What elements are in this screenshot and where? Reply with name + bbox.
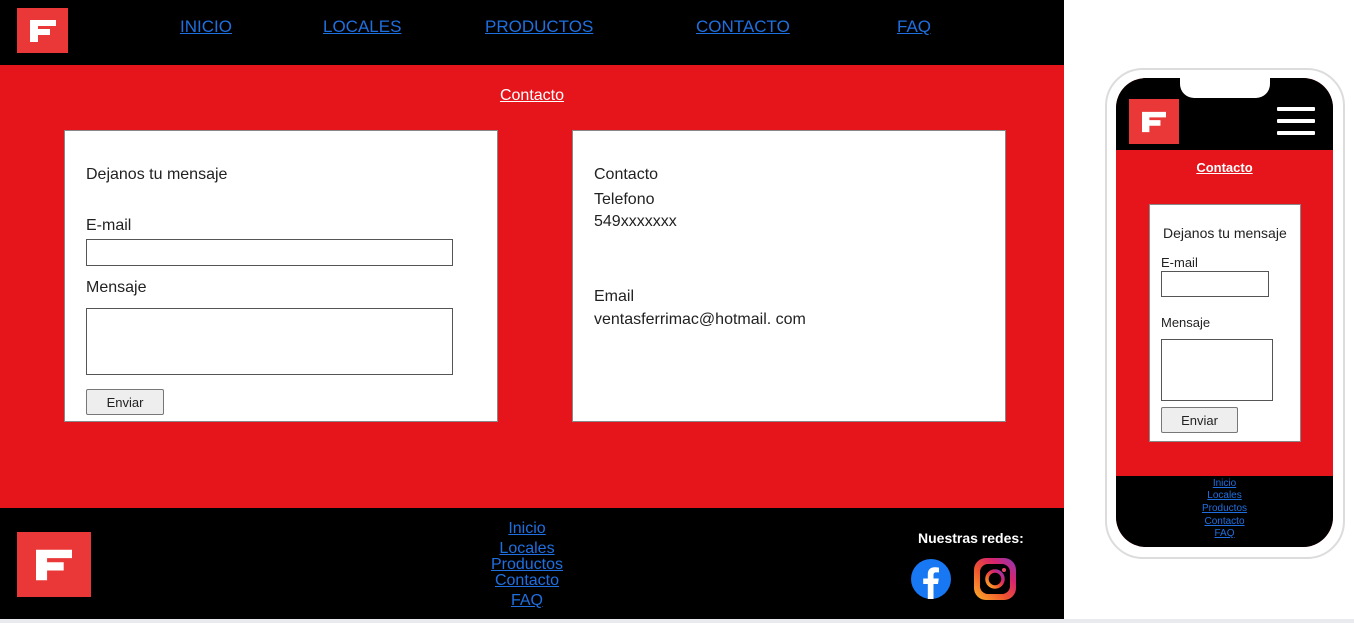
- message-label: Mensaje: [86, 279, 147, 296]
- footer-link-faq[interactable]: FAQ: [0, 592, 1054, 610]
- mobile-logo[interactable]: [1129, 99, 1179, 144]
- mobile-footer: Inicio Locales Productos Contacto FAQ: [1116, 476, 1333, 547]
- desktop-page: INICIO LOCALES PRODUCTOS CONTACTO FAQ Co…: [0, 0, 1064, 619]
- window-bottom-edge: [0, 619, 1354, 623]
- phone-value: 549xxxxxxx: [594, 213, 677, 230]
- mobile-message-form-card: Dejanos tu mensaje E-mail Mensaje Enviar: [1149, 204, 1301, 442]
- instagram-icon[interactable]: [972, 556, 1018, 602]
- social-label: Nuestras redes:: [918, 530, 1024, 546]
- contact-heading: Contacto: [594, 166, 659, 183]
- message-textarea[interactable]: [86, 308, 453, 375]
- facebook-icon[interactable]: [910, 558, 952, 600]
- email-info-label: Email: [594, 288, 635, 305]
- ferrimac-f-logo-icon: [1142, 111, 1166, 132]
- hamburger-menu-icon[interactable]: [1277, 107, 1317, 137]
- logo[interactable]: [17, 8, 68, 53]
- footer-link-contacto[interactable]: Contacto: [0, 572, 1054, 590]
- nav-faq[interactable]: FAQ: [897, 17, 931, 37]
- phone-label: Telefono: [594, 191, 655, 208]
- nav-contacto[interactable]: CONTACTO: [696, 17, 790, 37]
- nav-productos[interactable]: PRODUCTOS: [485, 17, 593, 37]
- send-button[interactable]: Enviar: [86, 389, 164, 415]
- email-value: ventasferrimac@hotmail. com: [594, 311, 806, 328]
- nav-inicio[interactable]: INICIO: [180, 17, 232, 37]
- footer: Inicio Locales Productos Contacto FAQ Nu…: [0, 508, 1064, 619]
- mobile-send-button[interactable]: Enviar: [1161, 407, 1238, 433]
- mobile-screen: Contacto Dejanos tu mensaje E-mail Mensa…: [1116, 78, 1333, 547]
- mobile-footer-link-productos[interactable]: Productos: [1116, 503, 1333, 514]
- message-form-card: Dejanos tu mensaje E-mail Mensaje Enviar: [64, 130, 498, 422]
- mobile-footer-link-faq[interactable]: FAQ: [1116, 528, 1333, 539]
- header: INICIO LOCALES PRODUCTOS CONTACTO FAQ: [0, 0, 1064, 65]
- mobile-email-field[interactable]: [1161, 271, 1269, 297]
- mobile-footer-link-contacto[interactable]: Contacto: [1116, 516, 1333, 527]
- form-heading: Dejanos tu mensaje: [86, 166, 228, 183]
- mobile-message-label: Mensaje: [1161, 315, 1211, 330]
- contact-info-card: Contacto Telefono 549xxxxxxx Email venta…: [572, 130, 1006, 422]
- ferrimac-f-logo-icon: [29, 19, 56, 42]
- page-title[interactable]: Contacto: [0, 87, 1064, 105]
- mobile-footer-link-inicio[interactable]: Inicio: [1116, 478, 1333, 489]
- nav-locales[interactable]: LOCALES: [323, 17, 401, 37]
- mobile-notch: [1180, 78, 1270, 98]
- email-label: E-mail: [86, 217, 132, 234]
- mobile-page-title[interactable]: Contacto: [1116, 160, 1333, 175]
- footer-link-inicio[interactable]: Inicio: [0, 520, 1054, 538]
- mobile-message-textarea[interactable]: [1161, 339, 1273, 401]
- mobile-footer-link-locales[interactable]: Locales: [1116, 490, 1333, 501]
- mobile-email-label: E-mail: [1161, 255, 1198, 270]
- email-field[interactable]: [86, 239, 453, 266]
- mobile-form-heading: Dejanos tu mensaje: [1163, 225, 1287, 241]
